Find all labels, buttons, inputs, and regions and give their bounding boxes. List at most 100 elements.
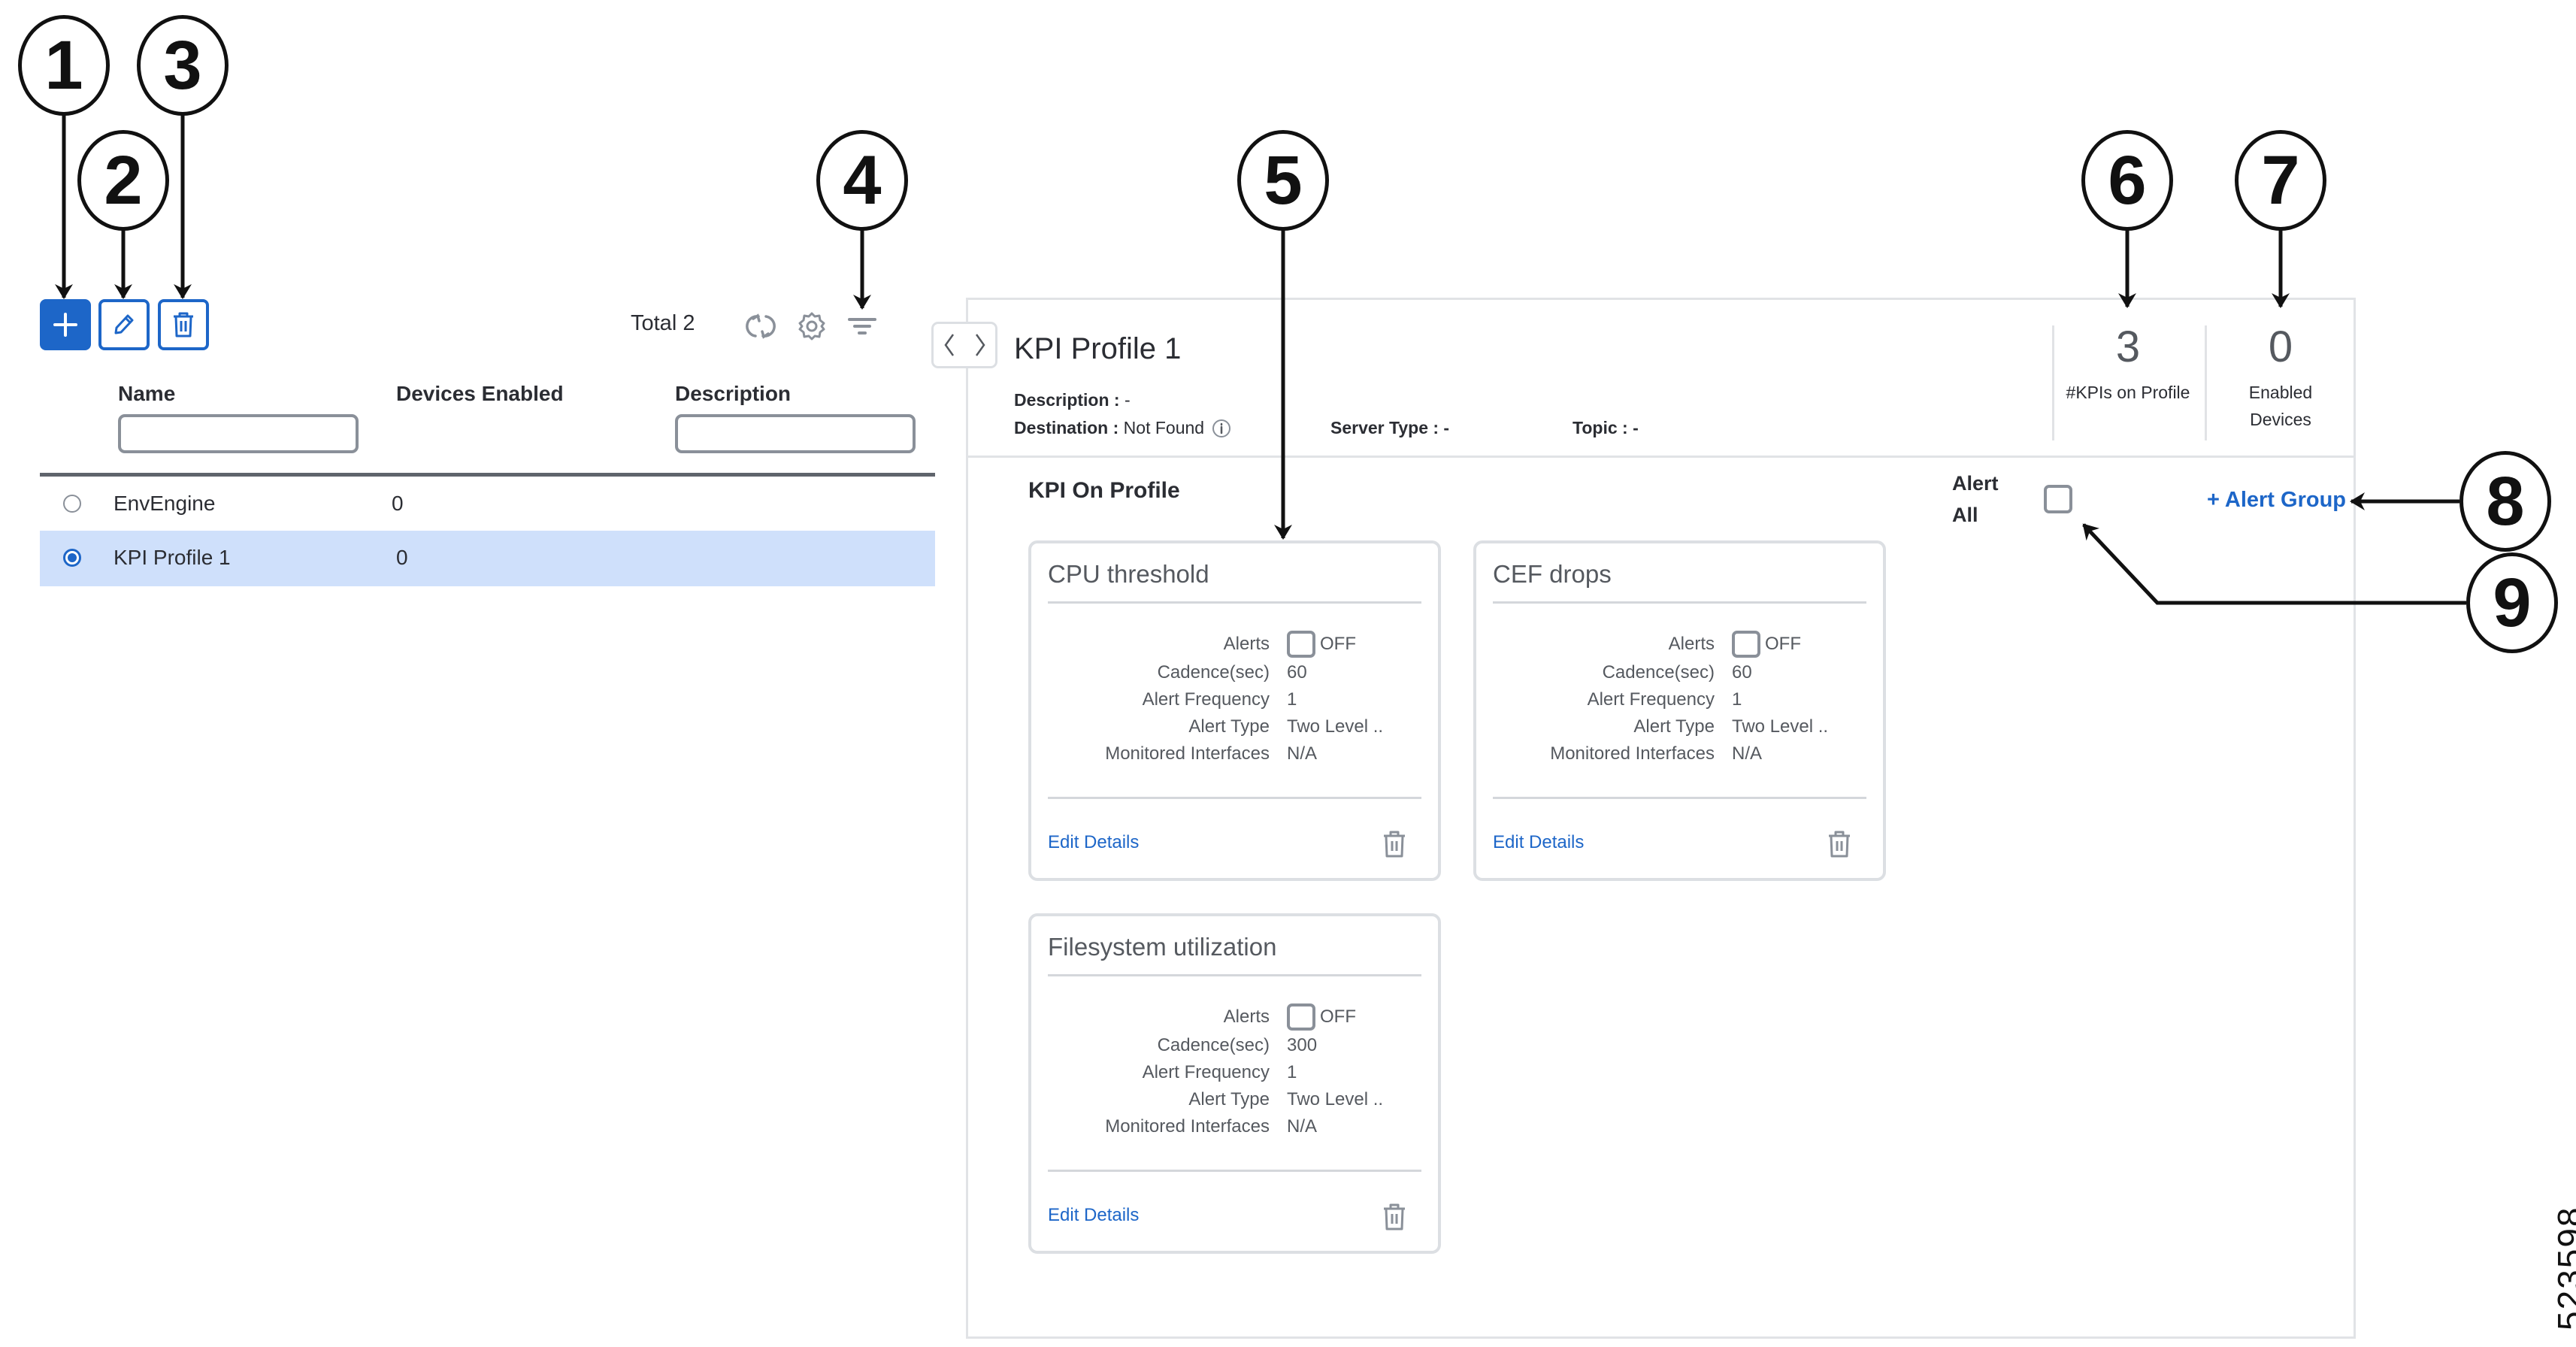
pencil-icon <box>114 314 134 334</box>
next-button[interactable] <box>964 324 995 366</box>
card-divider <box>1493 601 1866 604</box>
refresh-icon <box>746 313 776 339</box>
column-header-description[interactable]: Description <box>675 382 791 406</box>
frequency-label: Alert Frequency <box>1587 689 1715 710</box>
callout-6: 6 <box>2081 130 2173 231</box>
row-radio-selected[interactable] <box>63 549 81 567</box>
alert-type-row: Alert Type Two Level .. <box>1031 716 1438 743</box>
cadence-value: 60 <box>1732 662 1752 683</box>
kpi-card: Filesystem utilization Alerts OFF Cadenc… <box>1028 913 1441 1254</box>
interfaces-label: Monitored Interfaces <box>1105 1116 1270 1137</box>
alert-type-label: Alert Type <box>1633 716 1715 737</box>
enabled-devices-value: 0 <box>2268 322 2293 371</box>
trash-icon[interactable] <box>1381 1202 1408 1232</box>
cadence-label: Cadence(sec) <box>1602 662 1715 683</box>
server-type-field: Server Type : - <box>1330 418 1449 438</box>
alerts-row: Alerts OFF <box>1031 631 1438 661</box>
callout-5: 5 <box>1237 130 1329 231</box>
edit-profile-button[interactable] <box>98 299 150 350</box>
interfaces-row: Monitored Interfaces N/A <box>1031 743 1438 770</box>
edit-details-link[interactable]: Edit Details <box>1048 1205 1139 1226</box>
alert-all-checkbox[interactable] <box>2044 485 2072 513</box>
interfaces-value: N/A <box>1732 743 1763 764</box>
row-radio[interactable] <box>63 495 81 513</box>
info-icon[interactable] <box>1212 419 1231 438</box>
kpi-section-title: KPI On Profile <box>1028 478 1180 503</box>
enabled-devices-label: Enabled Devices <box>2248 383 2313 429</box>
kpi-name: CEF drops <box>1493 560 1612 588</box>
alert-type-value: Two Level .. <box>1287 1089 1384 1109</box>
destination-field: Destination : Not Found <box>1014 418 1231 438</box>
alerts-row: Alerts OFF <box>1031 1003 1438 1034</box>
description-filter-input[interactable] <box>675 414 916 453</box>
topic-field: Topic : - <box>1573 418 1639 438</box>
destination-label: Destination : <box>1014 418 1119 437</box>
cadence-row: Cadence(sec) 60 <box>1031 662 1438 689</box>
cadence-label: Cadence(sec) <box>1157 1035 1270 1055</box>
column-header-name[interactable]: Name <box>118 382 175 406</box>
interfaces-label: Monitored Interfaces <box>1550 743 1715 764</box>
interfaces-row: Monitored Interfaces N/A <box>1476 743 1883 770</box>
add-alert-group-link[interactable]: + Alert Group <box>2207 488 2346 513</box>
card-divider <box>1048 974 1421 976</box>
callout-2: 2 <box>77 130 169 231</box>
name-filter-input[interactable] <box>118 414 359 453</box>
alerts-toggle-checkbox[interactable] <box>1287 631 1315 658</box>
refresh-button[interactable] <box>743 308 779 344</box>
kpi-count-label: #KPIs on Profile <box>2066 383 2190 402</box>
topic-label: Topic : <box>1573 418 1628 437</box>
cadence-value: 60 <box>1287 662 1307 683</box>
filter-button[interactable] <box>844 308 880 344</box>
kpi-card: CPU threshold Alerts OFF Cadence(sec) 60… <box>1028 540 1441 881</box>
alerts-row: Alerts OFF <box>1476 631 1883 661</box>
alert-type-row: Alert Type Two Level .. <box>1476 716 1883 743</box>
table-row[interactable]: KPI Profile 1 0 <box>40 531 935 586</box>
panel-header-divider <box>968 456 2354 458</box>
alert-type-value: Two Level .. <box>1287 716 1384 737</box>
trash-icon[interactable] <box>1826 829 1853 859</box>
previous-button[interactable] <box>934 324 964 366</box>
frequency-row: Alert Frequency 1 <box>1476 689 1883 716</box>
kpi-count-value: 3 <box>2115 322 2141 371</box>
destination-value: Not Found <box>1123 418 1205 437</box>
description-value: - <box>1124 390 1131 410</box>
alert-type-label: Alert Type <box>1188 716 1270 737</box>
description-field: Description : - <box>1014 390 1131 410</box>
callout-7: 7 <box>2235 130 2326 231</box>
frequency-label: Alert Frequency <box>1142 1062 1270 1082</box>
frequency-row: Alert Frequency 1 <box>1031 689 1438 716</box>
chevron-left-icon <box>943 334 954 356</box>
alerts-label: Alerts <box>1668 634 1715 654</box>
card-divider <box>1048 601 1421 604</box>
callout-8: 8 <box>2459 451 2551 552</box>
column-header-devices-enabled[interactable]: Devices Enabled <box>396 382 564 406</box>
profile-title: KPI Profile 1 <box>1014 332 1182 365</box>
chevron-right-icon <box>975 334 985 356</box>
panel-nav <box>931 322 997 368</box>
card-divider <box>1048 797 1421 799</box>
figure-id: 523598 <box>2550 1206 2576 1331</box>
edit-details-link[interactable]: Edit Details <box>1493 832 1584 853</box>
server-type-label: Server Type : <box>1330 418 1439 437</box>
row-name: KPI Profile 1 <box>114 546 231 569</box>
add-profile-button[interactable] <box>40 299 91 350</box>
interfaces-value: N/A <box>1287 1116 1318 1137</box>
callout-3: 3 <box>137 15 229 116</box>
alerts-toggle-checkbox[interactable] <box>1732 631 1760 658</box>
frequency-row: Alert Frequency 1 <box>1031 1062 1438 1089</box>
server-type-value: - <box>1443 418 1450 437</box>
frequency-value: 1 <box>1732 689 1742 710</box>
delete-profile-button[interactable] <box>158 299 209 350</box>
table-row[interactable]: EnvEngine 0 <box>40 477 935 532</box>
row-devices-enabled: 0 <box>392 492 404 515</box>
gear-icon <box>798 312 825 341</box>
edit-details-link[interactable]: Edit Details <box>1048 832 1139 853</box>
filter-icon <box>848 318 876 334</box>
row-name: EnvEngine <box>114 492 216 515</box>
alert-all-label: Alert All <box>1952 472 1999 526</box>
alerts-toggle-checkbox[interactable] <box>1287 1003 1315 1031</box>
frequency-value: 1 <box>1287 1062 1297 1082</box>
settings-button[interactable] <box>794 308 830 344</box>
trash-icon[interactable] <box>1381 829 1408 859</box>
topic-value: - <box>1633 418 1639 437</box>
